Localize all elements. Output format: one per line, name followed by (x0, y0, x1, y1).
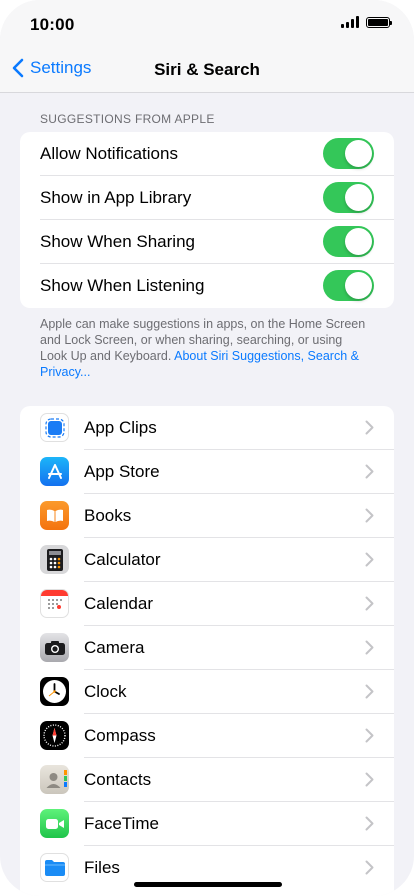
chevron-right-icon (365, 860, 374, 875)
toggle-label: Show When Sharing (40, 232, 195, 251)
list-item-label: Calendar (84, 594, 153, 613)
chevron-right-icon (365, 420, 374, 435)
status-bar: 10:00 (0, 0, 414, 48)
chevron-right-icon (365, 596, 374, 611)
toggle-row-show-when-listening: Show When Listening (20, 264, 394, 308)
chevron-right-icon (365, 640, 374, 655)
list-item-label: App Clips (84, 418, 157, 437)
chevron-right-icon (365, 684, 374, 699)
clock-icon (40, 677, 69, 706)
list-item-label: Books (84, 506, 132, 525)
list-item-clock[interactable]: Clock (20, 670, 394, 714)
contacts-icon (40, 765, 69, 794)
toggle-label: Allow Notifications (40, 144, 178, 163)
apps-list: App Clips App Store Books Calculator Cal… (20, 406, 394, 896)
show-when-sharing-switch[interactable] (323, 226, 374, 257)
calculator-icon (40, 545, 69, 574)
facetime-icon (40, 809, 69, 838)
list-item-label: Contacts (84, 770, 152, 789)
toggle-row-show-when-sharing: Show When Sharing (20, 220, 394, 264)
status-time: 10:00 (30, 15, 75, 34)
app-clips-icon (40, 413, 69, 442)
chevron-right-icon (365, 508, 374, 523)
chevron-right-icon (365, 816, 374, 831)
list-item-label: Compass (84, 726, 156, 745)
suggestions-group: Allow Notifications Show in App Library … (20, 132, 394, 308)
list-item-label: Files (84, 858, 120, 877)
list-item-facetime[interactable]: FaceTime (20, 802, 394, 846)
list-item-label: App Store (84, 462, 160, 481)
chevron-right-icon (365, 728, 374, 743)
list-item-books[interactable]: Books (20, 494, 394, 538)
chevron-right-icon (365, 552, 374, 567)
camera-icon (40, 633, 69, 662)
allow-notifications-switch[interactable] (323, 138, 374, 169)
list-item-label: FaceTime (84, 814, 159, 833)
phone-screen: 10:00 Settings Siri & Search SUGGESTIONS… (0, 0, 414, 896)
page-title: Siri & Search (154, 60, 260, 79)
navigation-bar: Settings Siri & Search (0, 48, 414, 93)
chevron-right-icon (365, 772, 374, 787)
list-item-camera[interactable]: Camera (20, 626, 394, 670)
list-item-label: Camera (84, 638, 145, 657)
toggle-label: Show in App Library (40, 188, 192, 207)
list-item-label: Calculator (84, 550, 161, 569)
show-when-listening-switch[interactable] (323, 270, 374, 301)
toggle-row-allow-notifications: Allow Notifications (20, 132, 394, 176)
toggle-label: Show When Listening (40, 276, 205, 295)
status-icons (341, 16, 392, 28)
suggestions-footer-note: Apple can make suggestions in apps, on t… (40, 316, 370, 380)
books-icon (40, 501, 69, 530)
battery-icon (366, 16, 392, 28)
list-item-calculator[interactable]: Calculator (20, 538, 394, 582)
chevron-right-icon (365, 464, 374, 479)
list-item-label: Clock (84, 682, 127, 701)
show-in-app-library-switch[interactable] (323, 182, 374, 213)
files-icon (40, 853, 69, 882)
list-item-app-clips[interactable]: App Clips (20, 406, 394, 450)
calendar-icon (40, 589, 69, 618)
list-item-contacts[interactable]: Contacts (20, 758, 394, 802)
toggle-row-show-in-app-library: Show in App Library (20, 176, 394, 220)
cellular-signal-icon (341, 16, 359, 28)
compass-icon (40, 721, 69, 750)
list-item-compass[interactable]: Compass (20, 714, 394, 758)
list-item-calendar[interactable]: Calendar (20, 582, 394, 626)
app-store-icon (40, 457, 69, 486)
section-header-suggestions: SUGGESTIONS FROM APPLE (40, 112, 215, 126)
home-indicator[interactable] (134, 882, 282, 887)
list-item-app-store[interactable]: App Store (20, 450, 394, 494)
